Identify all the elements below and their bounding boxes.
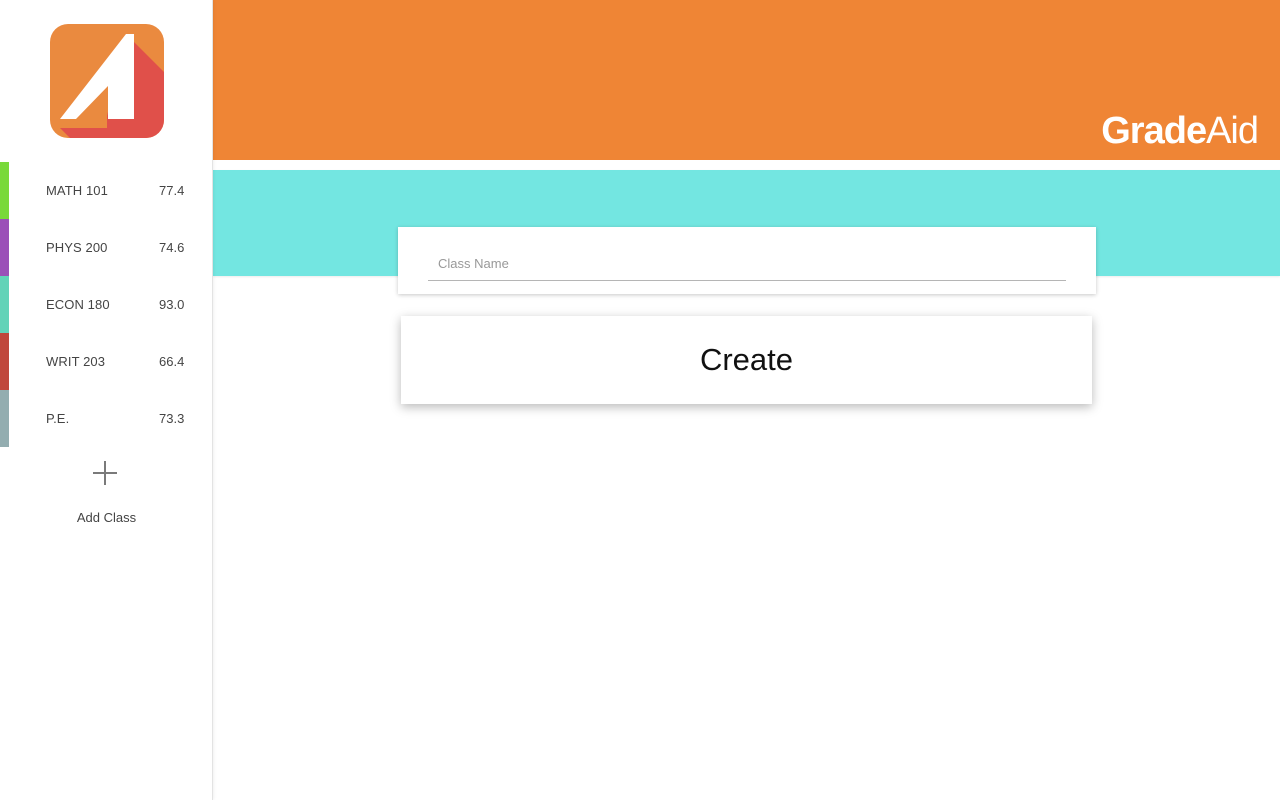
class-name: MATH 101 (46, 183, 108, 198)
class-color-stripe (0, 219, 9, 276)
class-item[interactable]: PHYS 200 74.6 (0, 219, 213, 276)
class-grade: 66.4 (159, 354, 185, 369)
brand-light: Aid (1206, 110, 1259, 152)
class-name-card (398, 227, 1096, 294)
class-name: ECON 180 (46, 297, 110, 312)
add-class-button[interactable]: Add Class (0, 456, 213, 536)
app-header: GradeAid (213, 0, 1280, 160)
class-name: PHYS 200 (46, 240, 108, 255)
brand-bold: Grade (1101, 110, 1207, 152)
add-class-label: Add Class (76, 510, 137, 525)
plus-icon (92, 460, 118, 486)
class-name-input[interactable] (428, 247, 1066, 281)
class-color-stripe (0, 162, 9, 219)
class-grade: 77.4 (159, 183, 185, 198)
class-item[interactable]: WRIT 203 66.4 (0, 333, 213, 390)
class-grade: 73.3 (159, 411, 185, 426)
create-button[interactable]: Create (401, 316, 1092, 404)
class-item[interactable]: MATH 101 77.4 (0, 162, 213, 219)
class-name: P.E. (46, 411, 70, 426)
class-grade: 93.0 (159, 297, 185, 312)
sidebar: MATH 101 77.4 PHYS 200 74.6 ECON 180 93.0 WRIT… (0, 0, 213, 800)
app-logo (50, 24, 164, 138)
class-color-stripe (0, 276, 9, 333)
class-item[interactable]: ECON 180 93.0 (0, 276, 213, 333)
class-list: MATH 101 77.4 PHYS 200 74.6 ECON 180 93.0 WRIT… (0, 162, 213, 447)
class-grade: 74.6 (159, 240, 185, 255)
brand-wordmark: GradeAid (1101, 109, 1259, 153)
class-color-stripe (0, 333, 9, 390)
class-item[interactable]: P.E. 73.3 (0, 390, 213, 447)
class-name: WRIT 203 (46, 354, 106, 369)
class-color-stripe (0, 390, 9, 447)
